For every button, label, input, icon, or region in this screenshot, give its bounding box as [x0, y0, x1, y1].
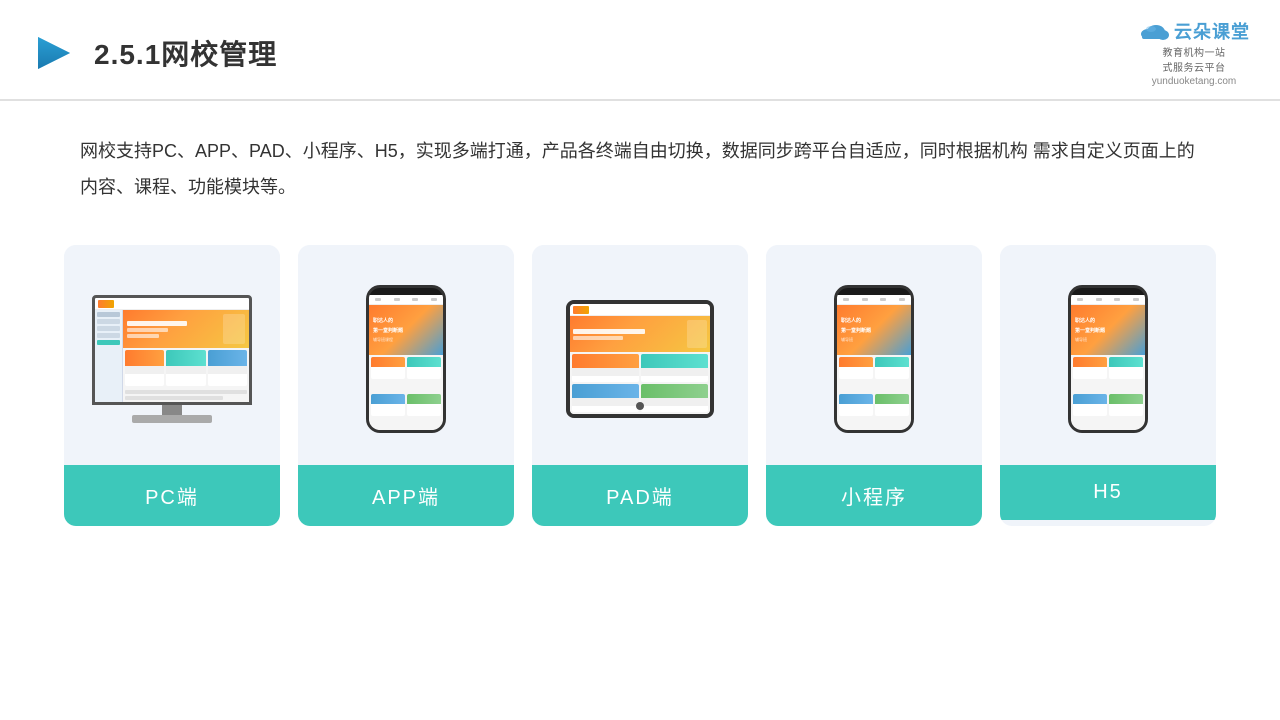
h5-phone-notch: [1093, 288, 1123, 295]
card-h5-label: H5: [1000, 465, 1216, 520]
cards-container: PC端 职: [0, 225, 1280, 556]
logo-arrow-icon: [30, 29, 78, 77]
h5-device-mock: 职达人的 第一堂判断题 辅导班: [1068, 285, 1148, 433]
brand-logo: 云朵课堂 教育机构一站式服务云平台 yunduoketang.com: [1138, 18, 1250, 87]
pad-device-mock: [566, 300, 714, 418]
card-miniapp: 职达人的 第一堂判断题 辅导班: [766, 245, 982, 526]
card-pad: PAD端: [532, 245, 748, 526]
pc-screen: [92, 295, 252, 405]
brand-logo-icon: 云朵课堂: [1138, 18, 1250, 44]
header-left: 2.5.1网校管理: [30, 29, 277, 77]
card-pad-image: [532, 245, 748, 465]
brand-name: 云朵课堂: [1174, 18, 1250, 44]
brand-url: yunduoketang.com: [1152, 76, 1237, 87]
card-pc-image: [64, 245, 280, 465]
header: 2.5.1网校管理 云朵课堂 教育机构一站式服务云平台 yunduoketang…: [0, 0, 1280, 101]
card-miniapp-image: 职达人的 第一堂判断题 辅导班: [766, 245, 982, 465]
miniapp-phone-notch: [859, 288, 889, 295]
h5-phone-screen: 职达人的 第一堂判断题 辅导班: [1071, 295, 1145, 430]
card-pad-label: PAD端: [532, 465, 748, 526]
card-h5-image: 职达人的 第一堂判断题 辅导班: [1000, 245, 1216, 465]
card-h5: 职达人的 第一堂判断题 辅导班: [1000, 245, 1216, 526]
tablet-body: [566, 300, 714, 418]
pc-device-mock: [92, 295, 252, 423]
miniapp-phone-screen: 职达人的 第一堂判断题 辅导班: [837, 295, 911, 430]
app-device-mock: 职达人的 第一堂判断题 辅导班课程: [366, 285, 446, 433]
card-app-image: 职达人的 第一堂判断题 辅导班课程: [298, 245, 514, 465]
card-app: 职达人的 第一堂判断题 辅导班课程: [298, 245, 514, 526]
card-pc-label: PC端: [64, 465, 280, 526]
description-content: 网校支持PC、APP、PAD、小程序、H5，实现多端打通，产品各终端自由切换，数…: [80, 141, 1195, 197]
miniapp-device-mock: 职达人的 第一堂判断题 辅导班: [834, 285, 914, 433]
header-right: 云朵课堂 教育机构一站式服务云平台 yunduoketang.com: [1138, 18, 1250, 87]
cloud-icon: [1138, 20, 1170, 42]
phone-screen: 职达人的 第一堂判断题 辅导班课程: [369, 295, 443, 430]
card-pc: PC端: [64, 245, 280, 526]
card-app-label: APP端: [298, 465, 514, 526]
tablet-home-button: [636, 402, 644, 410]
h5-phone-body: 职达人的 第一堂判断题 辅导班: [1068, 285, 1148, 433]
page-title: 2.5.1网校管理: [94, 33, 277, 73]
tablet-screen: [570, 304, 710, 414]
description-text: 网校支持PC、APP、PAD、小程序、H5，实现多端打通，产品各终端自由切换，数…: [0, 101, 1280, 225]
brand-tagline: 教育机构一站式服务云平台: [1163, 44, 1226, 74]
phone-body: 职达人的 第一堂判断题 辅导班课程: [366, 285, 446, 433]
miniapp-phone-body: 职达人的 第一堂判断题 辅导班: [834, 285, 914, 433]
phone-notch: [391, 288, 421, 295]
card-miniapp-label: 小程序: [766, 465, 982, 526]
